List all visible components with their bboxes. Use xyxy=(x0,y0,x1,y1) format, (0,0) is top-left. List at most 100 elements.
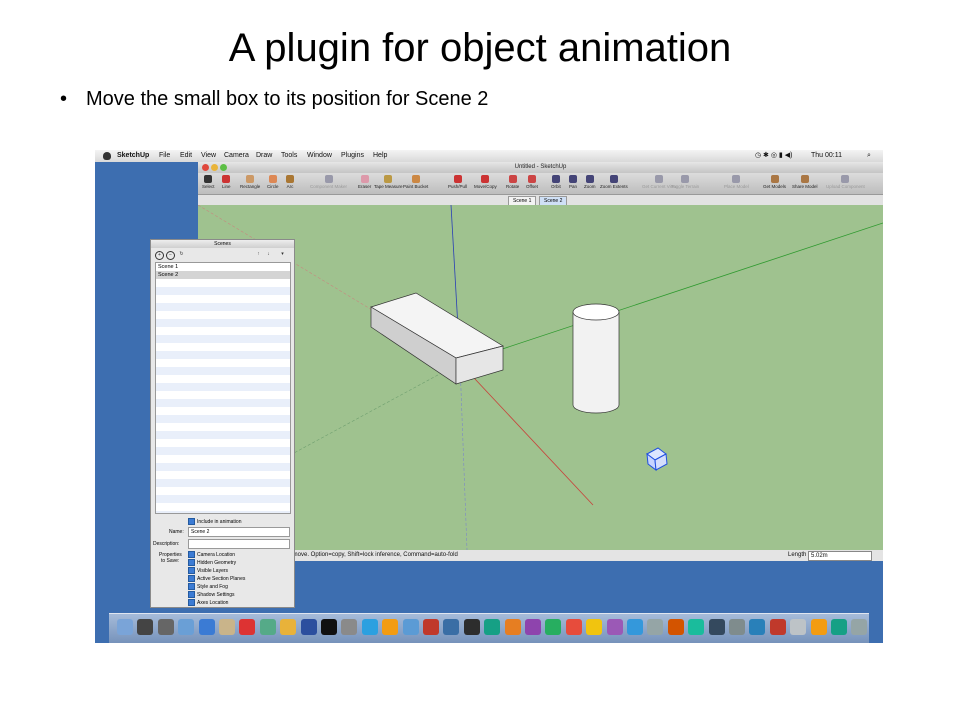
dock-app-icon[interactable] xyxy=(688,619,705,635)
dock-app-icon[interactable] xyxy=(790,619,807,635)
dock-app-icon[interactable] xyxy=(300,619,317,635)
tool-zoom-extents[interactable]: Zoom Extents xyxy=(600,175,628,189)
menu-help[interactable]: Help xyxy=(373,150,387,162)
dock-app-icon[interactable] xyxy=(137,619,154,635)
dock-app-icon[interactable] xyxy=(749,619,766,635)
tool-paint-bucket[interactable]: Paint Bucket xyxy=(403,175,428,189)
menu-window[interactable]: Window xyxy=(307,150,332,162)
shadow-settings-checkbox[interactable] xyxy=(188,591,195,598)
dock-app-icon[interactable] xyxy=(851,619,868,635)
dock-app-icon[interactable] xyxy=(565,619,582,635)
dock-app-icon[interactable] xyxy=(463,619,480,635)
dock-app-icon[interactable] xyxy=(769,619,786,635)
tool-move-copy[interactable]: Move/Copy xyxy=(474,175,497,189)
tool-toggle-terrain[interactable]: Toggle Terrain xyxy=(671,175,699,189)
tool-rotate[interactable]: Rotate xyxy=(506,175,519,189)
dock-app-icon[interactable] xyxy=(321,619,337,635)
dock-app-icon[interactable] xyxy=(178,619,195,635)
dock-app-icon[interactable] xyxy=(810,619,827,635)
dock-app-icon[interactable] xyxy=(341,619,358,635)
cylinder[interactable] xyxy=(572,303,620,414)
dock-app-icon[interactable] xyxy=(708,619,725,635)
length-input[interactable]: 5.02m xyxy=(808,551,872,561)
style-fog-checkbox[interactable] xyxy=(188,583,195,590)
dock-app-icon[interactable] xyxy=(443,619,460,635)
include-checkbox[interactable] xyxy=(188,518,195,525)
tool-upload-component[interactable]: Upload Component xyxy=(826,175,865,189)
close-icon[interactable] xyxy=(202,164,209,171)
app-menu[interactable]: SketchUp xyxy=(117,150,149,162)
dock-app-icon[interactable] xyxy=(586,619,603,635)
tool-push-pull[interactable]: Push/Pull xyxy=(448,175,467,189)
details-icon[interactable]: ▾ xyxy=(279,251,286,258)
dock-app-icon[interactable] xyxy=(280,619,297,635)
dock-app-icon[interactable] xyxy=(504,619,521,635)
tool-line[interactable]: Line xyxy=(222,175,231,189)
tool-eraser[interactable]: Eraser xyxy=(358,175,371,189)
tool-rectangle[interactable]: Rectangle xyxy=(240,175,260,189)
scene-list[interactable]: Scene 1 Scene 2 xyxy=(155,262,291,514)
dock-app-icon[interactable] xyxy=(361,619,378,635)
name-field[interactable]: Scene 2 xyxy=(188,527,290,537)
camera-location-checkbox[interactable] xyxy=(188,551,195,558)
dock-app-icon[interactable] xyxy=(484,619,501,635)
tool-place-model[interactable]: Place Model xyxy=(724,175,749,189)
move-down-icon[interactable]: ↓ xyxy=(265,251,272,258)
dock-app-icon[interactable] xyxy=(729,619,745,635)
menu-edit[interactable]: Edit xyxy=(180,150,192,162)
dock-app-icon[interactable] xyxy=(259,619,276,635)
tool-pan[interactable]: Pan xyxy=(569,175,577,189)
small-box[interactable] xyxy=(646,447,668,472)
dock-app-icon[interactable] xyxy=(525,619,541,635)
menu-draw[interactable]: Draw xyxy=(256,150,272,162)
tool-circle[interactable]: Circle xyxy=(267,175,279,189)
list-item[interactable]: Scene 2 xyxy=(156,271,290,279)
minimize-icon[interactable] xyxy=(211,164,218,171)
tool-orbit[interactable]: Orbit xyxy=(551,175,561,189)
spotlight-icon[interactable]: ⌕ xyxy=(867,150,871,162)
description-field[interactable] xyxy=(188,539,290,549)
menu-view[interactable]: View xyxy=(201,150,216,162)
menu-tools[interactable]: Tools xyxy=(281,150,297,162)
axes-location-checkbox[interactable] xyxy=(188,599,195,606)
tool-tape-measure[interactable]: Tape Measure xyxy=(374,175,403,189)
dock-app-icon[interactable] xyxy=(402,619,419,635)
tool-arc[interactable]: Arc xyxy=(286,175,294,189)
long-box[interactable] xyxy=(370,292,504,385)
dock-app-icon[interactable] xyxy=(831,619,847,635)
tool-select[interactable]: Select xyxy=(202,175,215,189)
dock-app-icon[interactable] xyxy=(198,619,215,635)
tool-share-model[interactable]: Share Model xyxy=(792,175,818,189)
dock-app-icon[interactable] xyxy=(423,619,439,635)
move-up-icon[interactable]: ↑ xyxy=(255,251,262,258)
tool-label: Rotate xyxy=(506,184,520,189)
dock-app-icon[interactable] xyxy=(219,619,235,635)
apple-icon[interactable] xyxy=(103,152,111,160)
dock-app-icon[interactable] xyxy=(117,619,133,635)
remove-scene-icon[interactable]: − xyxy=(166,251,175,260)
menu-plugins[interactable]: Plugins xyxy=(341,150,364,162)
dock-app-icon[interactable] xyxy=(382,619,399,635)
dock-app-icon[interactable] xyxy=(667,619,684,635)
list-item[interactable]: Scene 1 xyxy=(156,263,290,271)
section-planes-checkbox[interactable] xyxy=(188,575,195,582)
tool-component-maker[interactable]: Component Maker xyxy=(310,175,347,189)
dock-app-icon[interactable] xyxy=(157,619,174,635)
zoom-icon[interactable] xyxy=(220,164,227,171)
dock-app-icon[interactable] xyxy=(239,619,256,635)
dock-app-icon[interactable] xyxy=(606,619,623,635)
dock-app-icon[interactable] xyxy=(627,619,643,635)
menu-camera[interactable]: Camera xyxy=(224,150,249,162)
visible-layers-checkbox[interactable] xyxy=(188,567,195,574)
tool-zoom[interactable]: Zoom xyxy=(584,175,596,189)
dock-app-icon[interactable] xyxy=(545,619,562,635)
tool-offset[interactable]: Offset xyxy=(526,175,538,189)
hidden-geometry-checkbox[interactable] xyxy=(188,559,195,566)
drawing-viewport[interactable] xyxy=(198,205,883,550)
tool-label: Line xyxy=(222,184,231,189)
update-scene-icon[interactable]: ↻ xyxy=(178,251,185,258)
add-scene-icon[interactable]: + xyxy=(155,251,164,260)
tool-get-models[interactable]: Get Models xyxy=(763,175,786,189)
menu-file[interactable]: File xyxy=(159,150,170,162)
dock-app-icon[interactable] xyxy=(647,619,664,635)
